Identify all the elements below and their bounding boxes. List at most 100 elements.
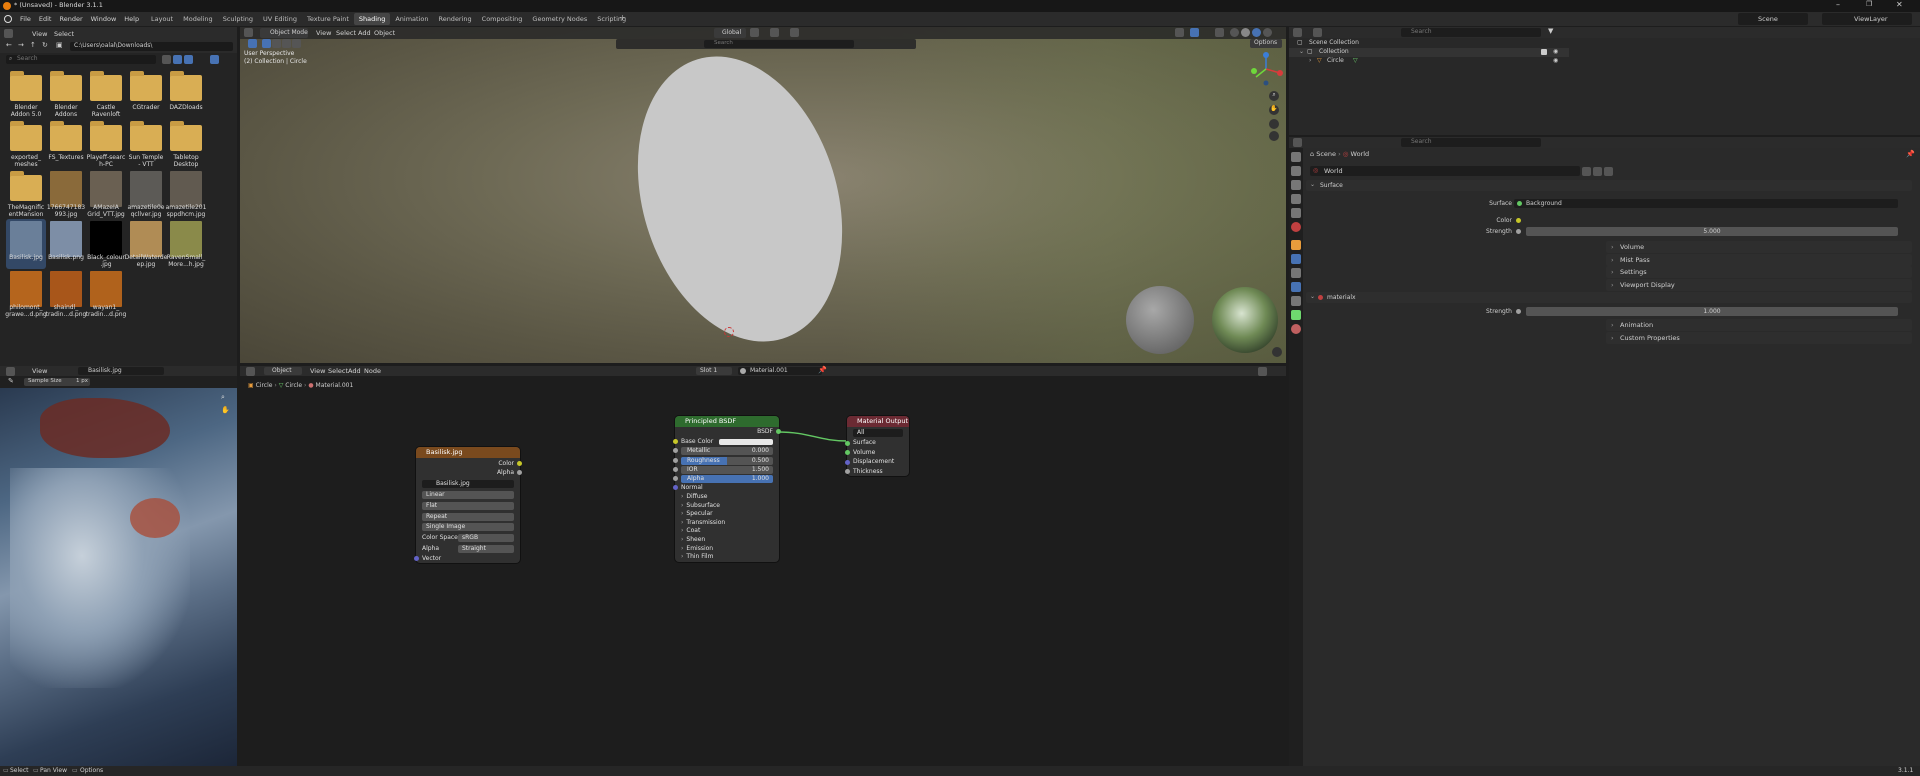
menu-help[interactable]: Help [120, 13, 143, 25]
menu-window[interactable]: Window [87, 13, 121, 25]
file-item[interactable]: wayan1_ tradin...d.png [86, 269, 126, 319]
object-tab-icon[interactable] [1291, 240, 1301, 250]
world-tab-icon[interactable] [1291, 222, 1301, 232]
eyedropper-icon[interactable]: ✎ [8, 377, 14, 385]
output-tab-icon[interactable] [1291, 180, 1301, 190]
close-icon[interactable]: ✕ [1896, 0, 1903, 9]
tree-row-scene-collection[interactable]: ▢ Scene Collection [1289, 39, 1569, 48]
file-item[interactable]: DAZDloads [166, 69, 206, 119]
sample-size-field[interactable]: Sample Size 1 px [24, 378, 90, 386]
tool-tab-icon[interactable] [1291, 152, 1301, 162]
file-item[interactable]: AMazeIA Grid_VTT.jpg [86, 169, 126, 219]
properties-search-input[interactable]: Search [1401, 138, 1541, 147]
bsdf-output-socket[interactable] [776, 429, 781, 434]
properties-type-icon[interactable] [1293, 138, 1302, 147]
alpha-socket[interactable] [673, 476, 678, 481]
slot-dropdown[interactable]: Slot 1 [696, 367, 732, 375]
file-item[interactable]: FS_Textures [46, 119, 86, 169]
panel-custom-properties[interactable]: Custom Properties [1606, 331, 1912, 344]
image-pan-icon[interactable]: ✋ [221, 406, 230, 414]
tab-animation[interactable]: Animation [390, 13, 433, 25]
panel-settings[interactable]: Settings [1606, 266, 1912, 278]
world-unlink-icon[interactable] [1604, 167, 1613, 176]
panel-volume[interactable]: Volume [1606, 241, 1912, 253]
alpha-mode-dropdown[interactable]: Straight [458, 545, 514, 553]
bsdf-panel-specular[interactable]: › Specular [681, 510, 713, 518]
outliner-type-icon[interactable] [1293, 28, 1302, 37]
node-sidebar-toggle-icon[interactable] [1258, 367, 1267, 376]
materialx-strength-field[interactable]: 1.000 [1526, 307, 1898, 316]
file-item[interactable]: Basilisk.png [46, 219, 86, 269]
select-menu[interactable]: Select [50, 30, 78, 38]
file-item[interactable]: amazetile201 sppdhcm.jpg [166, 169, 206, 219]
output-input-socket[interactable] [845, 440, 850, 446]
viewport-3d[interactable]: Object Mode View Select Add Object Globa… [240, 27, 1286, 363]
vector-input-socket[interactable] [414, 556, 419, 561]
camera-icon[interactable] [1272, 347, 1282, 357]
refresh-icon[interactable]: ↻ [42, 41, 48, 49]
node-editor-type-icon[interactable] [246, 367, 255, 376]
scene-selector[interactable]: Scene [1738, 13, 1808, 25]
node-editor[interactable]: Object View Select Add Node Slot 1 Mater… [240, 366, 1286, 766]
output-input-socket[interactable] [845, 459, 850, 465]
materialx-panel-header[interactable]: ⌄ materialx [1306, 292, 1912, 303]
path-field[interactable]: C:\Users\oalal\Downloads\ [70, 42, 233, 51]
metallic-socket[interactable] [673, 448, 678, 453]
tab-layout[interactable]: Layout [146, 13, 178, 25]
roughness-socket[interactable] [673, 458, 678, 463]
basilisk-image[interactable] [0, 388, 237, 766]
tab-uv-editing[interactable]: UV Editing [258, 13, 302, 25]
alpha-output-socket[interactable] [517, 470, 522, 475]
bsdf-panel-transmission[interactable]: › Transmission [681, 519, 725, 527]
projection-dropdown[interactable]: Flat [422, 502, 514, 510]
modifier-tab-icon[interactable] [1291, 254, 1301, 264]
image-texture-node[interactable]: Basilisk.jpg Color Alpha Basilisk.jpg Li… [414, 447, 522, 563]
outliner-display-mode-icon[interactable] [1313, 28, 1322, 37]
file-item[interactable]: 1766747183 993.jpg [46, 169, 86, 219]
file-item[interactable]: exported_ meshes [6, 119, 46, 169]
material-output-node[interactable]: Material Output All Surface Volume Displac… [845, 416, 909, 476]
roughness-field[interactable]: Roughness 0.500 [681, 457, 773, 465]
color-output-socket[interactable] [517, 461, 522, 466]
principled-bsdf-node[interactable]: Principled BSDF BSDF Base Color Metallic… [673, 416, 781, 562]
circle-expand-icon[interactable]: › [1309, 57, 1311, 64]
collection-visibility-eye-icon[interactable]: ◉ [1553, 48, 1558, 55]
properties-pin-icon[interactable]: 📌 [1906, 150, 1915, 158]
parent-dir-icon[interactable]: ↑ [30, 41, 36, 49]
tab-geometry-nodes[interactable]: Geometry Nodes [527, 13, 592, 25]
view-layer-tab-icon[interactable] [1291, 194, 1301, 204]
render-tab-icon[interactable] [1291, 166, 1301, 176]
color-space-dropdown[interactable]: sRGB [458, 534, 514, 542]
tree-row-collection[interactable]: ⌄ ▢ Collection ◉ [1289, 48, 1569, 57]
normal-socket[interactable] [673, 485, 678, 490]
image-node-header[interactable]: Basilisk.jpg [416, 447, 520, 458]
file-item[interactable]: Blender Addons [46, 69, 86, 119]
image-view-menu[interactable]: View [28, 367, 51, 375]
collection-exclude-checkbox[interactable] [1541, 49, 1547, 55]
view-layer-selector[interactable]: ViewLayer [1822, 13, 1912, 25]
display-mode-grid-icon[interactable] [184, 55, 193, 64]
file-item[interactable]: philomont_ grawe...d.png [5, 269, 47, 319]
color-link-field[interactable] [1526, 216, 1898, 225]
image-selector[interactable]: Basilisk.jpg [422, 480, 514, 488]
panel-viewport-display[interactable]: Viewport Display [1606, 278, 1912, 291]
menu-edit[interactable]: Edit [35, 13, 56, 25]
alpha-field[interactable]: Alpha 1.000 [681, 475, 773, 483]
circle-visibility-eye-icon[interactable]: ◉ [1553, 57, 1558, 64]
material-dropdown[interactable]: Material.001 [738, 367, 822, 375]
data-tab-icon[interactable] [1291, 310, 1301, 320]
bsdf-panel-emission[interactable]: › Emission [681, 545, 713, 553]
file-item[interactable]: CGtrader [126, 69, 166, 119]
world-copy-icon[interactable] [1593, 167, 1602, 176]
strength-field[interactable]: 5.000 [1526, 227, 1898, 236]
outliner-filter-icon[interactable]: ▼ [1548, 27, 1553, 35]
bsdf-panel-diffuse[interactable]: › Diffuse [681, 493, 707, 501]
file-search-input[interactable]: ⌕ Search [6, 55, 156, 64]
file-item[interactable]: amazetile0e qcllver.jpg [126, 169, 166, 219]
base-color-swatch[interactable] [719, 439, 773, 445]
interpolation-dropdown[interactable]: Linear [422, 491, 514, 499]
ior-field[interactable]: IOR 1.500 [681, 466, 773, 474]
surface-shader-dropdown[interactable]: Background [1514, 199, 1898, 208]
tree-row-circle[interactable]: › ▽ Circle ▽ ◉ [1289, 57, 1569, 66]
constraints-tab-icon[interactable] [1291, 296, 1301, 306]
